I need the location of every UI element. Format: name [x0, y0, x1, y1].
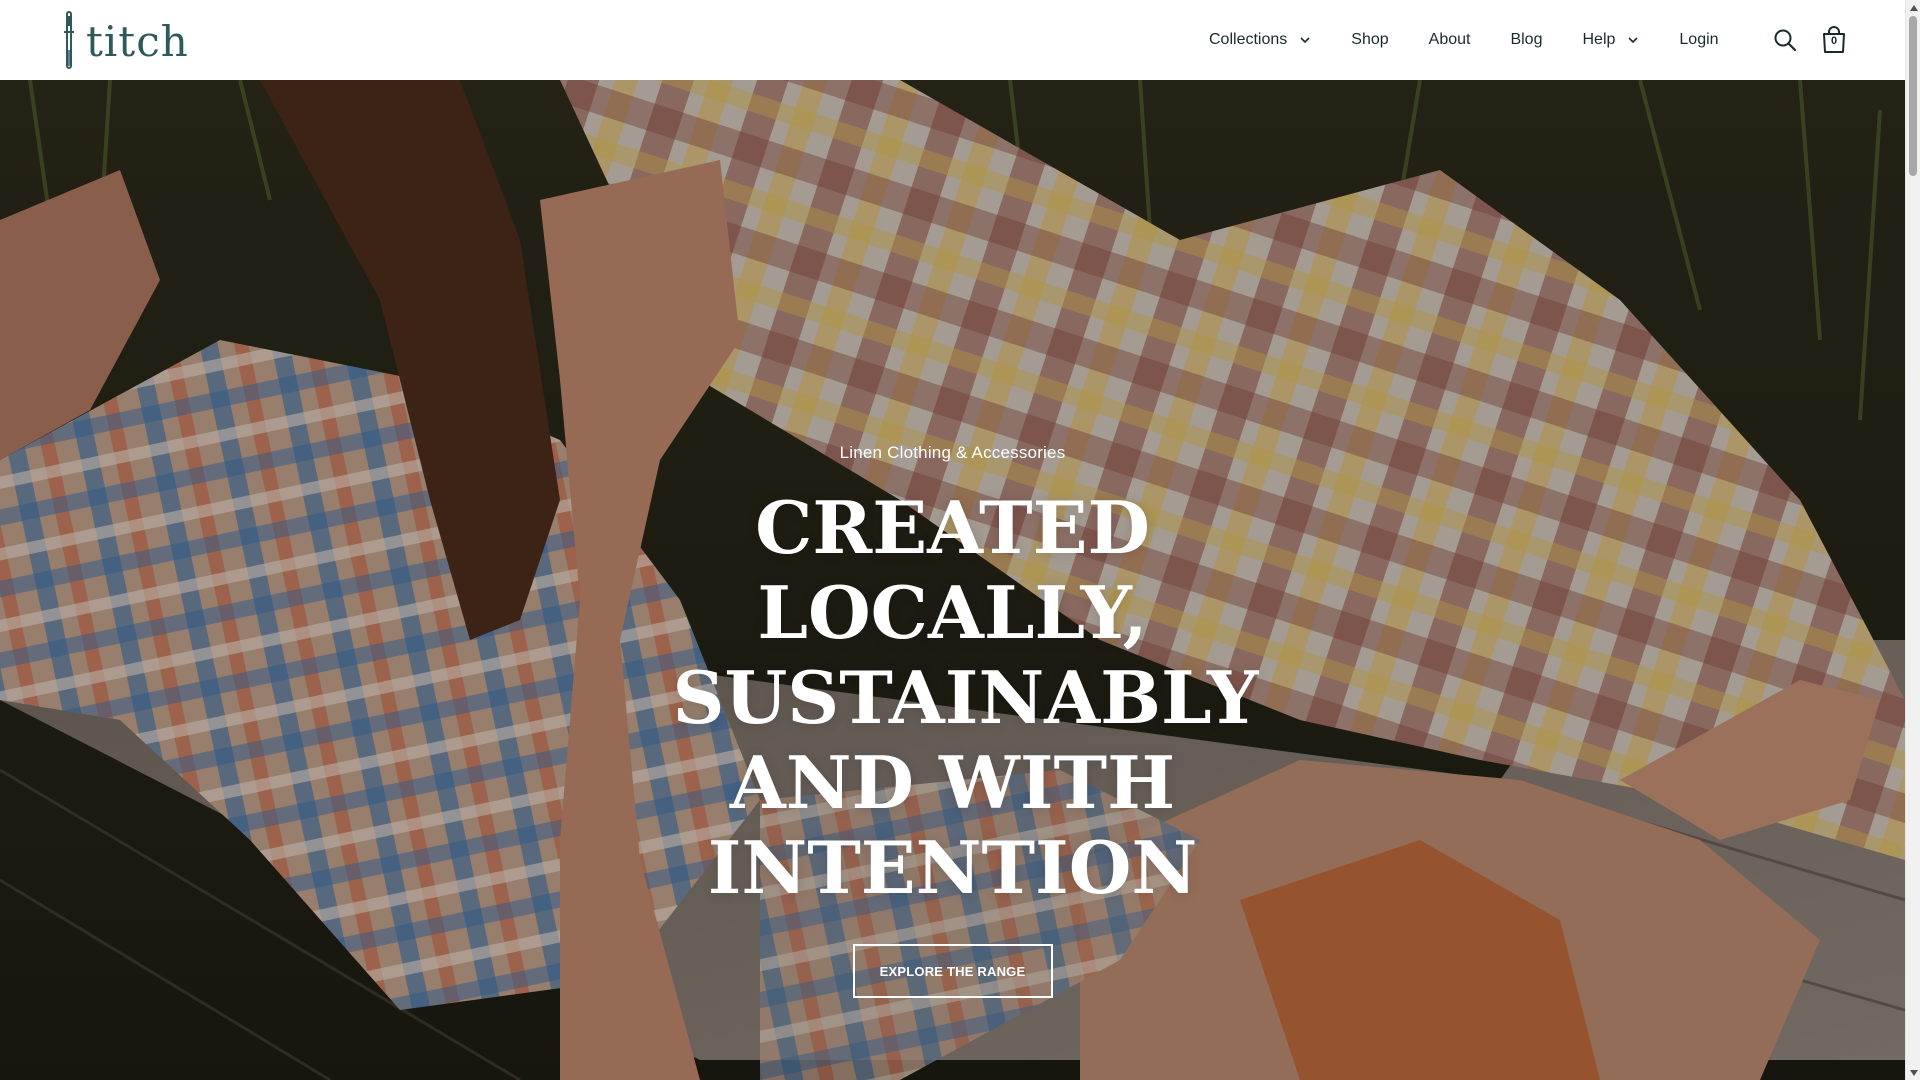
nav-item-shop[interactable]: Shop — [1351, 31, 1388, 49]
nav-item-label: Shop — [1351, 31, 1389, 48]
triangle-down-icon — [1909, 1069, 1918, 1076]
hero-title: CREATED LOCALLY, SUSTAINABLY AND WITH IN… — [672, 485, 1259, 910]
scroll-up-arrow[interactable] — [1906, 0, 1920, 15]
nav-item-label: Collections — [1209, 31, 1288, 48]
site-header: titch Collections Shop About Blog Help L… — [0, 0, 1905, 80]
header-icons: 0 — [1770, 0, 1849, 80]
logo-link[interactable]: titch — [62, 8, 189, 72]
nav-item-label: Help — [1582, 31, 1616, 48]
nav-item-login[interactable]: Login — [1679, 31, 1718, 49]
page: titch Collections Shop About Blog Help L… — [0, 0, 1920, 1080]
scroll-thumb[interactable] — [1909, 16, 1917, 176]
hero-content: Linen Clothing & Accessories CREATED LOC… — [0, 443, 1905, 998]
nav-item-help[interactable]: Help — [1582, 31, 1639, 49]
main-nav: Collections Shop About Blog Help Login — [1209, 0, 1719, 80]
logo-wordmark: titch — [86, 17, 189, 66]
nav-item-label: Login — [1679, 31, 1719, 48]
hero-banner: Linen Clothing & Accessories CREATED LOC… — [0, 80, 1905, 1080]
cart-button[interactable]: 0 — [1819, 25, 1849, 55]
cart-count-badge: 0 — [1830, 35, 1838, 47]
triangle-up-icon — [1909, 4, 1918, 11]
explore-range-button[interactable]: EXPLORE THE RANGE — [852, 944, 1053, 998]
logo-needle-icon — [62, 10, 76, 70]
nav-item-label: About — [1428, 31, 1471, 48]
scroll-down-arrow[interactable] — [1906, 1065, 1920, 1080]
search-button[interactable] — [1770, 25, 1800, 55]
search-icon — [1774, 29, 1797, 52]
nav-item-collections[interactable]: Collections — [1209, 31, 1311, 49]
hero-subtitle: Linen Clothing & Accessories — [839, 443, 1066, 462]
nav-item-blog[interactable]: Blog — [1510, 31, 1542, 49]
chevron-down-icon — [1628, 37, 1638, 44]
page-scrollbar[interactable] — [1905, 0, 1920, 1080]
chevron-down-icon — [1300, 37, 1310, 44]
nav-item-label: Blog — [1510, 31, 1543, 48]
nav-item-about[interactable]: About — [1429, 31, 1471, 49]
